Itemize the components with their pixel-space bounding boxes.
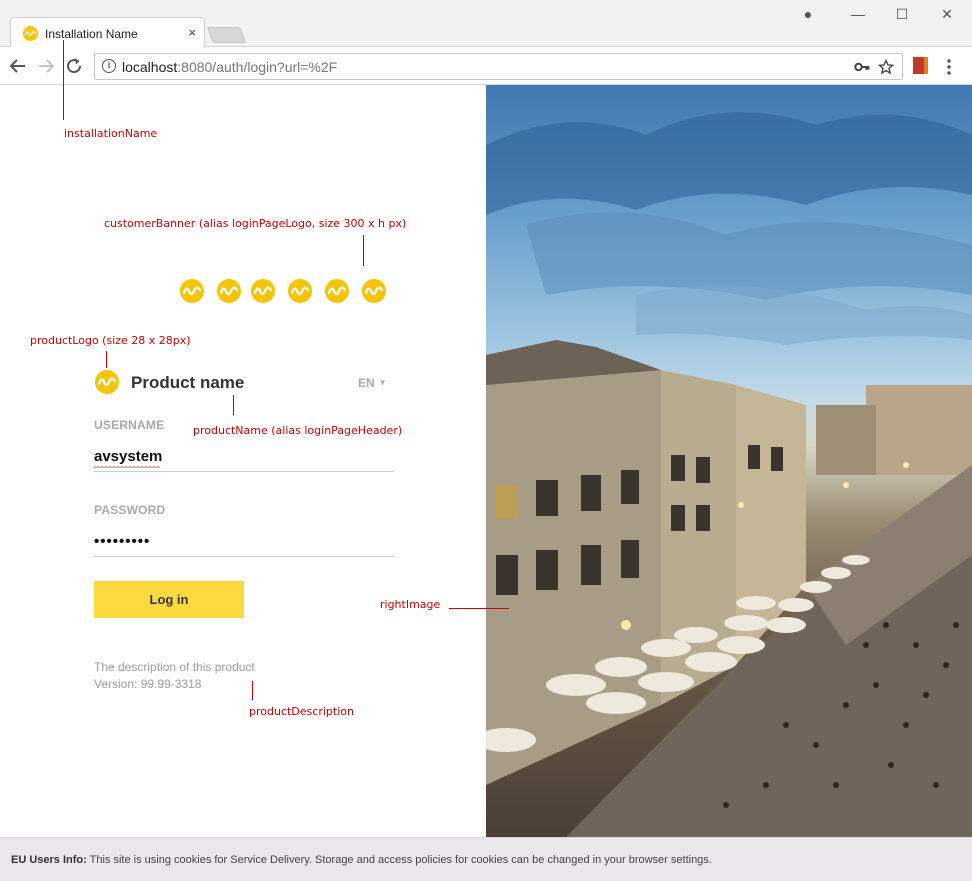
back-icon[interactable]	[9, 57, 27, 75]
annotation-product-name: productName (alias loginPageHeader)	[193, 424, 403, 437]
av-logo-icon	[325, 279, 349, 303]
account-icon[interactable]: ●	[793, 6, 823, 22]
annotation-line	[363, 235, 364, 266]
annotation-installation-name: installationName	[64, 127, 158, 140]
language-select[interactable]: EN ▼	[358, 376, 387, 390]
annotation-product-logo: productLogo (size 28 x 28px)	[30, 334, 191, 347]
annotation-line	[449, 608, 509, 609]
right-image	[486, 85, 972, 837]
product-description: The description of this product	[94, 660, 255, 674]
av-logo-icon	[217, 279, 241, 303]
close-window-button[interactable]: ✕	[932, 6, 962, 23]
tab-title: Installation Name	[45, 27, 138, 41]
caret-down-icon: ▼	[378, 378, 387, 387]
annotation-line	[233, 395, 234, 415]
product-logo-icon	[95, 370, 119, 394]
url-text[interactable]: localhost:8080/auth/login?url=%2F	[122, 59, 337, 75]
cookie-text: EU Users Info: This site is using cookie…	[11, 854, 712, 866]
annotation-line	[106, 351, 107, 368]
address-bar[interactable]: i localhost:8080/auth/login?url=%2F	[94, 53, 903, 80]
annotation-customer-banner: customerBanner (alias loginPageLogo, siz…	[104, 217, 407, 230]
new-tab-button[interactable]	[207, 27, 246, 43]
minimize-button[interactable]: —	[843, 6, 873, 22]
info-icon[interactable]: i	[102, 59, 116, 73]
av-logo-icon	[362, 279, 386, 303]
forward-icon[interactable]	[37, 57, 55, 75]
maximize-button[interactable]: ☐	[887, 6, 917, 23]
annotation-line	[252, 681, 253, 700]
av-logo-icon	[180, 279, 204, 303]
tab-favicon-icon	[23, 26, 38, 41]
spellcheck-underline	[94, 466, 160, 469]
cookie-message: This site is using cookies for Service D…	[86, 854, 712, 866]
key-icon[interactable]	[854, 59, 870, 75]
password-label: PASSWORD	[94, 503, 166, 517]
tab-close-icon[interactable]: ×	[188, 25, 196, 40]
annotation-right-image: rightImage	[380, 598, 441, 611]
username-label: USERNAME	[94, 418, 165, 432]
reload-icon[interactable]	[65, 57, 83, 75]
browser-toolbar: i localhost:8080/auth/login?url=%2F	[0, 47, 972, 85]
star-icon[interactable]	[878, 59, 894, 75]
product-name: Product name	[131, 373, 245, 392]
product-version: Version: 99.99-3318	[94, 677, 202, 691]
annotation-line	[63, 40, 64, 120]
extension-icon[interactable]	[913, 57, 928, 74]
cookie-bar: EU Users Info: This site is using cookie…	[0, 837, 972, 881]
more-vert-icon[interactable]	[946, 59, 952, 75]
av-logo-icon	[288, 279, 312, 303]
password-input[interactable]	[94, 527, 394, 557]
annotation-product-description: productDescription	[249, 705, 354, 718]
login-button[interactable]: Log in	[94, 581, 244, 618]
browser-titlebar: Installation Name × ● — ☐ ✕	[0, 0, 972, 48]
cookie-title: EU Users Info:	[11, 854, 87, 866]
browser-tab[interactable]: Installation Name ×	[10, 17, 205, 48]
city-square-photo	[486, 112, 972, 837]
av-logo-icon	[251, 279, 275, 303]
